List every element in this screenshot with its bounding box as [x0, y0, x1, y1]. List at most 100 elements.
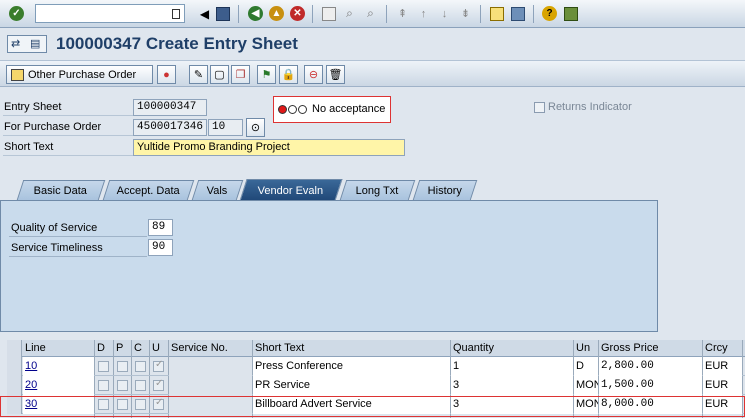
service-no-cell[interactable] — [169, 376, 252, 395]
tab-vals[interactable]: Vals — [191, 180, 244, 200]
customize-layout-icon[interactable] — [562, 5, 579, 22]
po-number-field[interactable]: 4500017346 — [133, 119, 207, 136]
header-quantity[interactable]: Quantity — [453, 342, 494, 354]
select-all-icon[interactable] — [7, 340, 22, 357]
first-page-icon[interactable]: ⇞ — [394, 5, 411, 22]
gross-price-cell[interactable]: 1,500.00 — [599, 376, 702, 395]
quality-label-box: Quality of Service — [9, 220, 147, 237]
header-u[interactable]: U — [152, 342, 160, 354]
tab-accept-data[interactable]: Accept. Data — [102, 180, 195, 200]
header-crcy[interactable]: Crcy — [705, 342, 728, 354]
service-no-cell[interactable] — [169, 395, 252, 414]
p-checkbox[interactable] — [117, 380, 128, 391]
header-short-text[interactable]: Short Text — [255, 342, 304, 354]
po-item-field[interactable]: 10 — [208, 119, 243, 136]
mode-icons[interactable]: ⇄ ▤ — [7, 35, 47, 53]
p-checkbox[interactable] — [117, 361, 128, 372]
exit-icon[interactable]: ▲ — [268, 5, 285, 22]
tab-history[interactable]: History — [412, 180, 478, 200]
short-text-cell[interactable]: PR Service — [253, 376, 450, 395]
currency-cell[interactable]: EUR — [703, 395, 742, 414]
line-number-link[interactable]: 20 — [25, 379, 37, 391]
service-no-cell[interactable] — [169, 357, 252, 376]
po-lookup-button[interactable]: ⊙ — [246, 118, 265, 137]
row-selector[interactable] — [7, 376, 22, 395]
c-checkbox[interactable] — [135, 380, 146, 391]
row-selector[interactable] — [7, 395, 22, 414]
tab-basic-data[interactable]: Basic Data — [16, 180, 106, 200]
c-checkbox[interactable] — [135, 399, 146, 410]
quality-of-service-field[interactable]: 89 — [148, 219, 173, 236]
quantity-cell[interactable]: 1 — [451, 357, 573, 376]
back-icon[interactable]: ◀ — [247, 5, 264, 22]
header-un[interactable]: Un — [576, 342, 590, 354]
table-row[interactable]: 10 Press Conference 1 D 2,800.00 EUR — [7, 357, 745, 376]
currency-cell[interactable]: EUR — [703, 376, 742, 395]
cancel-icon[interactable]: ✕ — [289, 5, 306, 22]
gross-price-cell[interactable]: 8,000.00 — [599, 395, 702, 414]
row-selector[interactable] — [7, 357, 22, 376]
edit-pencil-icon[interactable]: ✎ — [189, 65, 208, 84]
short-text-cell[interactable]: Press Conference — [253, 357, 450, 376]
header-gross-price[interactable]: Gross Price — [601, 342, 658, 354]
short-text-field[interactable]: Yultide Promo Branding Project — [133, 139, 405, 156]
shortcut-icon[interactable] — [509, 5, 526, 22]
d-checkbox[interactable] — [98, 380, 109, 391]
previous-page-icon[interactable]: ↑ — [415, 5, 432, 22]
tab-long-txt[interactable]: Long Txt — [339, 180, 416, 200]
table-row[interactable]: 30 Billboard Advert Service 3 MON 8,000.… — [7, 395, 745, 414]
help-icon[interactable]: ? — [541, 5, 558, 22]
copy-icon[interactable]: ❐ — [231, 65, 250, 84]
unit-cell[interactable]: D — [574, 357, 598, 376]
header-d[interactable]: D — [97, 342, 105, 354]
header-c[interactable]: C — [134, 342, 142, 354]
print-icon[interactable] — [320, 5, 337, 22]
unit-cell[interactable]: MON — [574, 376, 598, 395]
p-checkbox[interactable] — [117, 399, 128, 410]
document-icon[interactable]: ▤ — [30, 37, 40, 50]
change-display-icon[interactable]: ⇄ — [11, 37, 20, 50]
unit-cell[interactable]: MON — [574, 395, 598, 414]
returns-indicator-checkbox[interactable] — [534, 101, 545, 113]
service-timeliness-field[interactable]: 90 — [148, 239, 173, 256]
u-checkbox[interactable] — [153, 397, 164, 410]
create-document-icon[interactable]: ▢ — [210, 65, 229, 84]
header-line[interactable]: Line — [25, 342, 46, 354]
quantity-cell[interactable]: 3 — [451, 376, 573, 395]
u-checkbox[interactable] — [153, 378, 164, 391]
table-row[interactable]: 20 PR Service 3 MON 1,500.00 EUR — [7, 376, 745, 395]
c-checkbox[interactable] — [135, 361, 146, 372]
gross-price-cell[interactable]: 2,800.00 — [599, 357, 702, 376]
command-field[interactable] — [35, 4, 185, 23]
short-text-cell[interactable]: Billboard Advert Service — [253, 395, 450, 414]
find-next-icon[interactable]: ⌕ — [362, 5, 379, 22]
enter-check-icon[interactable]: ✓ — [8, 5, 25, 22]
returns-indicator[interactable]: Returns Indicator — [534, 101, 632, 113]
d-checkbox[interactable] — [98, 399, 109, 410]
header-service-no[interactable]: Service No. — [171, 342, 228, 354]
header-p[interactable]: P — [116, 342, 123, 354]
command-history-icon[interactable] — [172, 9, 180, 19]
lock-icon[interactable]: 🔒 — [279, 65, 298, 84]
collapse-arrow-icon[interactable]: ◀ — [196, 5, 213, 22]
find-icon[interactable]: ⌕ — [341, 5, 358, 22]
line-number-link[interactable]: 10 — [25, 360, 37, 372]
save-icon[interactable] — [214, 5, 231, 22]
next-page-icon[interactable]: ↓ — [436, 5, 453, 22]
delete-icon[interactable]: 🗑 — [326, 65, 345, 84]
currency-cell[interactable]: EUR — [703, 357, 742, 376]
other-purchase-order-button[interactable]: Other Purchase Order — [6, 65, 153, 84]
accept-flag-icon[interactable]: ⚑ — [257, 65, 276, 84]
tab-vendor-evaln[interactable]: Vendor Evaln — [239, 179, 343, 201]
services-icon[interactable]: ● — [157, 65, 176, 84]
quantity-cell[interactable]: 3 — [451, 395, 573, 414]
new-session-icon[interactable] — [488, 5, 505, 22]
line-number-link[interactable]: 30 — [25, 398, 37, 410]
revoke-icon[interactable]: ⊖ — [304, 65, 323, 84]
short-text-label: Short Text — [4, 141, 54, 153]
entry-sheet-field[interactable]: 100000347 — [133, 99, 207, 116]
d-checkbox[interactable] — [98, 361, 109, 372]
u-checkbox[interactable] — [153, 359, 164, 372]
service-lines-table: Line D P C U Service No. Short Text Quan… — [7, 340, 745, 418]
last-page-icon[interactable]: ⇟ — [457, 5, 474, 22]
